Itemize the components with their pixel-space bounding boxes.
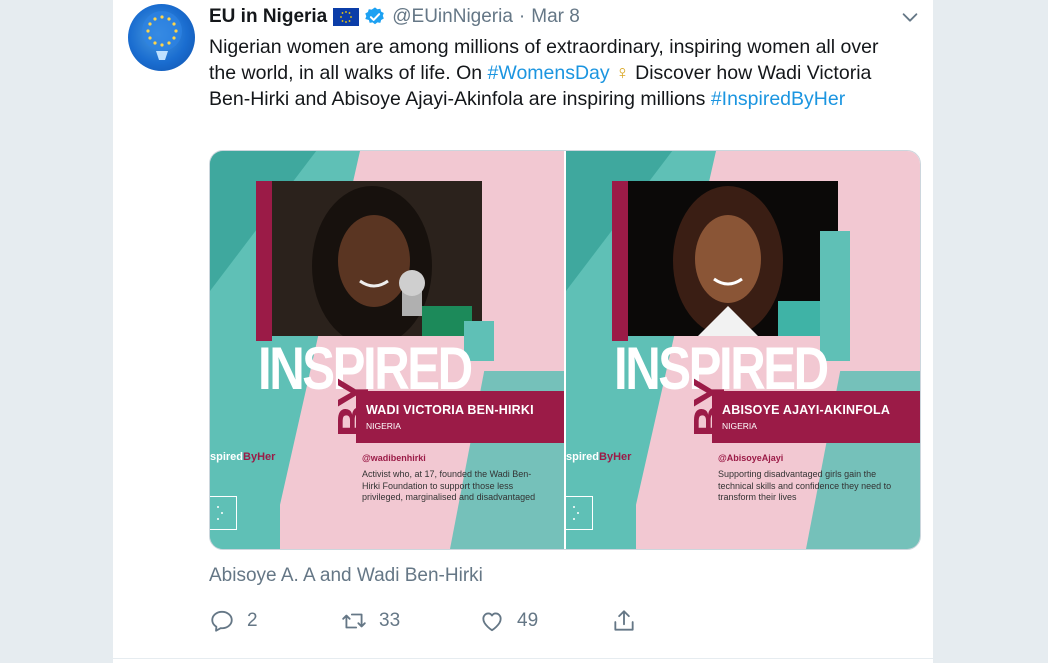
person-description: Activist who, at 17, founded the Wadi Be… [362, 469, 536, 502]
person-twitter-handle: @AbisoyeAjayi [718, 453, 784, 463]
tag-part-b: ByHer [243, 451, 276, 463]
venus-emoji-icon: ♀ [615, 62, 630, 84]
name-banner: WADI VICTORIA BEN-HIRKI NIGERIA [356, 391, 564, 443]
photo-wadi [272, 181, 482, 336]
eu-balloon-logo-icon [142, 11, 182, 60]
tagged-users[interactable]: Abisoye A. A and Wadi Ben-Hirki [209, 565, 483, 587]
inspiredbyher-tag: spiredByHer [566, 451, 631, 463]
tag-part-a: spired [210, 451, 244, 463]
photo-abisoye [628, 181, 838, 336]
person-twitter-handle: @wadibenhirki [362, 453, 426, 463]
inspiredbyher-tag: spiredByHer [210, 451, 275, 463]
tweet[interactable]: EU in Nigeria @EUinNigeria · Mar 8 Niger… [113, 0, 933, 663]
media-image-2[interactable]: INSPIRED BY ABISOYE AJAYI-AKINFOLA NIGER… [566, 151, 920, 549]
tweet-header: EU in Nigeria @EUinNigeria · Mar 8 [209, 5, 580, 29]
tweet-divider [113, 658, 933, 659]
eu-flag-icon [210, 496, 237, 530]
hashtag-inspiredbyher[interactable]: #InspiredByHer [711, 88, 845, 110]
like-button[interactable]: 49 [479, 608, 538, 634]
avatar[interactable] [128, 4, 195, 71]
tweet-date[interactable]: Mar 8 [531, 6, 580, 28]
reply-button[interactable]: 2 [209, 608, 258, 634]
tag-part-a: spired [566, 451, 600, 463]
header-separator: · [518, 6, 526, 27]
eu-flag-icon [333, 8, 360, 26]
verified-badge-icon [364, 6, 386, 28]
reply-icon [211, 610, 233, 632]
person-description: Supporting disadvantaged girls gain the … [718, 469, 892, 502]
person-country: NIGERIA [722, 421, 757, 431]
hashtag-womensday[interactable]: #WomensDay [488, 62, 610, 84]
person-country: NIGERIA [366, 421, 401, 431]
tag-part-b: ByHer [599, 451, 632, 463]
like-count: 49 [517, 610, 539, 631]
maroon-accent [612, 181, 628, 341]
reply-count: 2 [247, 610, 258, 631]
author-name[interactable]: EU in Nigeria [209, 6, 327, 28]
chevron-down-icon[interactable] [899, 6, 921, 28]
eu-flag-icon [566, 496, 593, 530]
share-button[interactable] [611, 608, 637, 634]
retweet-button[interactable]: 33 [341, 608, 400, 634]
share-icon [614, 610, 634, 631]
media-image-1[interactable]: INSPIRED BY WADI VICTORIA BEN-HIRKI NIGE… [210, 151, 564, 549]
person-name: WADI VICTORIA BEN-HIRKI [366, 403, 534, 417]
media-grid[interactable]: INSPIRED BY WADI VICTORIA BEN-HIRKI NIGE… [209, 150, 921, 550]
like-icon [482, 612, 502, 632]
retweet-count: 33 [379, 610, 401, 631]
person-name: ABISOYE AJAYI-AKINFOLA [722, 403, 891, 417]
maroon-accent [256, 181, 272, 341]
tweet-actions: 2 33 49 [209, 608, 669, 638]
name-banner: ABISOYE AJAYI-AKINFOLA NIGERIA [712, 391, 920, 443]
tweet-text: Nigerian women are among millions of ext… [209, 34, 909, 112]
author-handle[interactable]: @EUinNigeria [392, 6, 513, 28]
retweet-icon [342, 613, 366, 629]
